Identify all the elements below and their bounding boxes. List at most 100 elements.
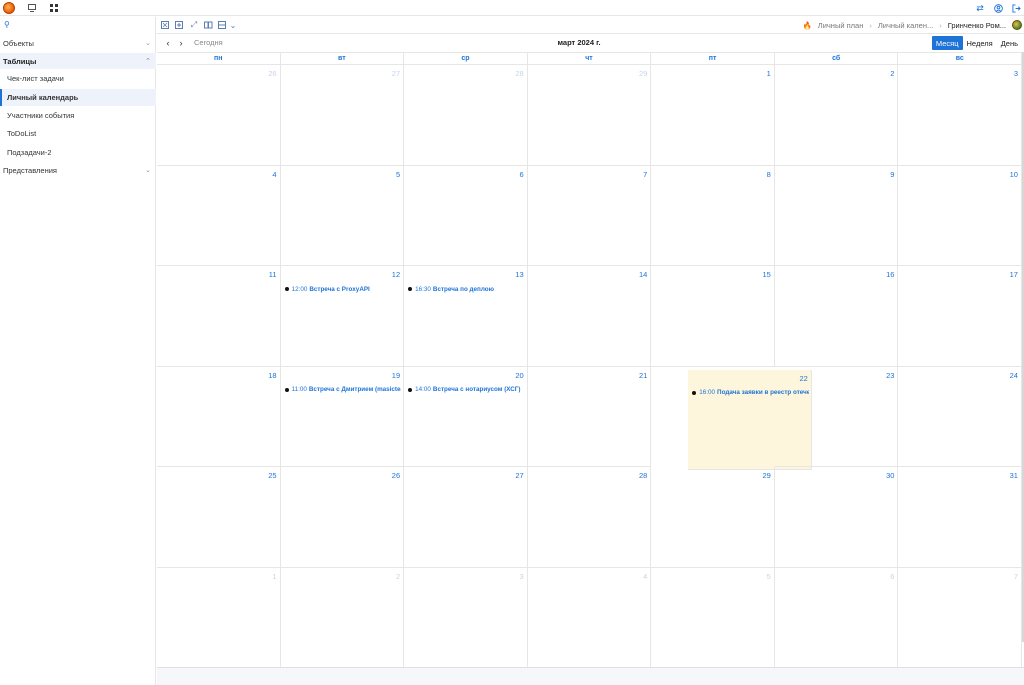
day-cell[interactable]: 28 [404, 65, 528, 166]
day-number[interactable]: 4 [643, 572, 647, 581]
sidebar-item-checklist[interactable]: Чек-лист задачи [0, 70, 156, 87]
day-cell[interactable]: 15 [651, 266, 775, 367]
day-number[interactable]: 21 [639, 371, 647, 380]
day-number[interactable]: 28 [639, 471, 647, 480]
day-number[interactable]: 30 [886, 471, 894, 480]
swap-icon[interactable]: ⇄ [975, 2, 985, 14]
day-number[interactable]: 16 [886, 270, 894, 279]
avatar[interactable] [1012, 20, 1022, 30]
app-logo[interactable] [3, 2, 15, 14]
day-number[interactable]: 14 [639, 270, 647, 279]
day-number[interactable]: 31 [1010, 471, 1018, 480]
day-cell[interactable]: 7 [898, 567, 1022, 668]
day-cell[interactable]: 11 [157, 266, 281, 367]
expand-icon[interactable]: ⤢ [189, 20, 199, 30]
day-cell[interactable]: 31 [898, 467, 1022, 568]
day-number[interactable]: 12 [392, 270, 400, 279]
day-cell[interactable]: 29 [651, 467, 775, 568]
add-icon[interactable] [174, 20, 184, 30]
day-cell[interactable]: 26 [280, 467, 405, 568]
today-button[interactable]: Сегодня [194, 38, 223, 47]
day-cell[interactable]: 25 [157, 467, 281, 568]
day-cell[interactable]: 27 [280, 65, 405, 166]
day-number[interactable]: 27 [515, 471, 523, 480]
day-number[interactable]: 11 [269, 270, 277, 279]
day-number[interactable]: 3 [1014, 69, 1018, 78]
day-number[interactable]: 23 [886, 371, 894, 380]
day-cell[interactable]: 19 11:00Встреча с Дмитрием (masicteam) [280, 366, 405, 467]
apps-grid-icon[interactable] [49, 2, 59, 14]
day-cell[interactable]: 18 [157, 366, 281, 467]
day-cell[interactable]: 28 [527, 467, 652, 568]
calendar-event[interactable]: 12:00 Встреча с ProxyAPI [284, 284, 402, 294]
calendar-event[interactable]: 11:00Встреча с Дмитрием (masicteam) [284, 385, 401, 395]
day-number[interactable]: 6 [520, 170, 524, 179]
view-month-button[interactable]: Месяц [931, 36, 963, 50]
day-number[interactable]: 15 [763, 270, 771, 279]
day-cell[interactable]: 29 [527, 65, 652, 166]
day-cell[interactable]: 30 [774, 467, 899, 568]
day-number[interactable]: 3 [520, 572, 524, 581]
day-number[interactable]: 26 [268, 69, 276, 78]
user-circle-icon[interactable] [993, 2, 1003, 14]
day-cell[interactable]: 7 [527, 165, 652, 266]
day-cell[interactable]: 13 16:30 Встреча по деплою [404, 266, 528, 367]
calendar-event[interactable]: 14:00 Встреча с нотариусом (ХСГ) [408, 385, 525, 395]
day-cell[interactable]: 16 [774, 266, 899, 367]
day-number[interactable]: 2 [890, 69, 894, 78]
collapse-icon[interactable] [160, 20, 170, 30]
day-cell[interactable]: 5 [651, 567, 775, 668]
sidebar-item-event-participants[interactable]: Участники события [0, 107, 156, 124]
monitor-icon[interactable] [27, 2, 37, 14]
day-cell[interactable]: 4 [527, 567, 652, 668]
day-number[interactable]: 26 [392, 471, 400, 480]
breadcrumb-user[interactable]: Гринченко Ром... [948, 21, 1006, 30]
day-cell[interactable]: 1 [651, 65, 775, 166]
day-cell[interactable]: 1 [157, 567, 281, 668]
day-number[interactable]: 9 [890, 170, 894, 179]
day-number[interactable]: 7 [1014, 572, 1018, 581]
day-number[interactable]: 2 [396, 572, 400, 581]
day-cell[interactable]: 23 [774, 366, 899, 467]
day-number[interactable]: 7 [643, 170, 647, 179]
day-cell[interactable]: 10 [898, 165, 1022, 266]
sidebar-item-subtasks[interactable]: Подзадачи-2 [0, 144, 156, 161]
day-cell[interactable]: 2 [280, 567, 405, 668]
calendar-event[interactable]: 16:30 Встреча по деплою [408, 284, 525, 294]
day-number[interactable]: 1 [272, 572, 276, 581]
day-number[interactable]: 10 [1010, 170, 1018, 179]
view-week-button[interactable]: Неделя [963, 36, 997, 50]
day-number[interactable]: 1 [767, 69, 771, 78]
sidebar-item-personal-calendar[interactable]: Личный календарь [0, 89, 156, 106]
day-number[interactable]: 28 [515, 69, 523, 78]
day-cell[interactable]: 21 [527, 366, 652, 467]
chevron-down-icon[interactable]: ⌄ [228, 20, 238, 30]
sidebar-group-objects[interactable]: Объекты ⌄ [0, 35, 156, 51]
next-month-button[interactable]: › [176, 38, 186, 48]
day-cell[interactable]: 3 [898, 65, 1022, 166]
sidebar-group-views[interactable]: Представления ⌄ [0, 162, 156, 178]
day-number[interactable]: 4 [272, 170, 276, 179]
day-cell[interactable]: 3 [404, 567, 528, 668]
day-cell[interactable]: 27 [404, 467, 528, 568]
day-number[interactable]: 5 [396, 170, 400, 179]
day-number[interactable]: 24 [1010, 371, 1018, 380]
day-cell[interactable]: 12 12:00 Встреча с ProxyAPI [280, 266, 405, 367]
day-cell[interactable]: 8 [651, 165, 775, 266]
day-cell[interactable]: 20 14:00 Встреча с нотариусом (ХСГ) [404, 366, 528, 467]
day-number[interactable]: 13 [515, 270, 523, 279]
book-icon[interactable] [203, 20, 213, 30]
day-cell[interactable]: 6 [774, 567, 899, 668]
day-number[interactable]: 17 [1010, 270, 1018, 279]
day-cell[interactable]: 17 [898, 266, 1022, 367]
layout-icon[interactable] [217, 20, 227, 30]
day-number[interactable]: 20 [515, 371, 523, 380]
sidebar-item-todolist[interactable]: ToDoList [0, 125, 156, 142]
day-cell[interactable]: 5 [280, 165, 405, 266]
day-number[interactable]: 29 [763, 471, 771, 480]
day-number[interactable]: 8 [767, 170, 771, 179]
day-cell[interactable]: 24 [898, 366, 1022, 467]
day-number[interactable]: 5 [767, 572, 771, 581]
day-cell[interactable]: 6 [404, 165, 528, 266]
day-cell[interactable]: 14 [527, 266, 652, 367]
